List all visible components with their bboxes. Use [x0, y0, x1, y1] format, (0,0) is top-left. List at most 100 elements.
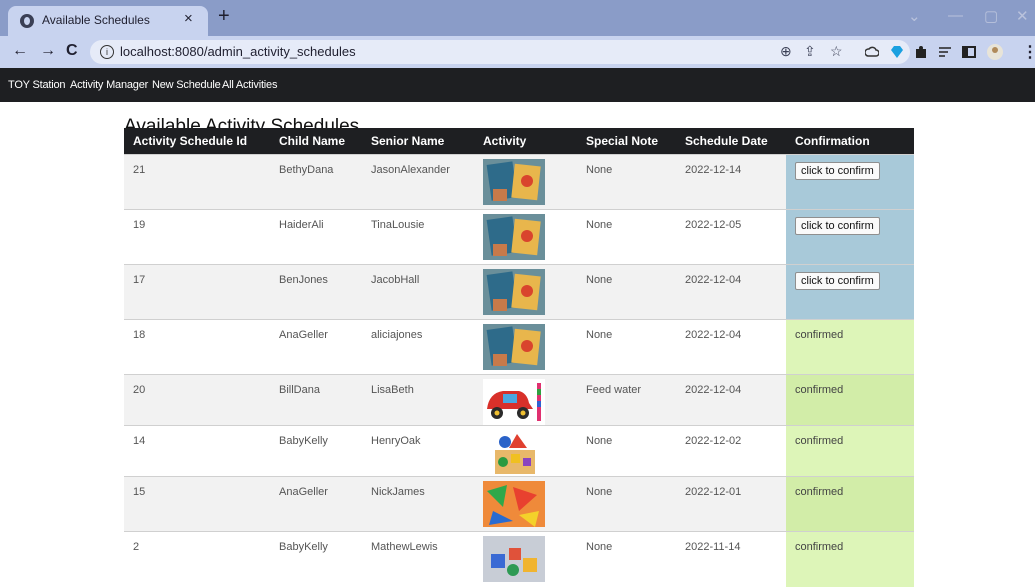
window-close-button[interactable]: ✕ — [1016, 7, 1029, 25]
cloud-extension-icon[interactable] — [865, 45, 879, 59]
schedule-id-cell: 19 — [124, 209, 270, 265]
url-text[interactable]: localhost:8080/admin_activity_schedules — [120, 44, 356, 59]
table-row: 15 AnaGeller NickJames None 2022-12-01 confir… — [124, 476, 914, 532]
schedule-id-cell: 17 — [124, 264, 270, 320]
table-row: 17 BenJones JacobHall None 2022-12-04 click t… — [124, 264, 914, 320]
book-toy-image — [483, 214, 577, 260]
schedule-date-cell: 2022-12-01 — [676, 476, 786, 532]
child-name-cell: BillDana — [270, 374, 362, 426]
schedule-date-cell: 2022-12-02 — [676, 425, 786, 477]
reload-button[interactable]: C — [66, 42, 78, 60]
zoom-icon[interactable]: ⊕ — [780, 43, 792, 60]
browser-tab[interactable]: Available Schedules × — [8, 6, 208, 36]
confirm-button[interactable]: click to confirm — [795, 162, 880, 180]
confirmation-cell: confirmed — [786, 425, 914, 477]
activity-cell — [474, 209, 577, 265]
table-row: 2 BabyKelly MathewLewis None 2022-11-14 confi… — [124, 531, 914, 587]
maximize-button[interactable]: ▢ — [984, 7, 998, 25]
confirm-button[interactable]: click to confirm — [795, 217, 880, 235]
child-name-cell: HaiderAli — [270, 209, 362, 265]
special-note-cell: None — [577, 209, 676, 265]
nav-link-activity-manager[interactable]: Activity Manager — [70, 79, 148, 91]
menu-kebab-icon[interactable]: ⋮ — [1022, 42, 1035, 62]
nav-link-all-activities[interactable]: All Activities — [222, 79, 277, 91]
table-row: 18 AnaGeller aliciajones None 2022-12-04 conf… — [124, 319, 914, 375]
schedule-id-cell: 21 — [124, 154, 270, 210]
confirm-button[interactable]: click to confirm — [795, 272, 880, 290]
senior-name-cell: HenryOak — [362, 425, 474, 477]
confirmation-cell: confirmed — [786, 476, 914, 532]
globe-icon — [20, 14, 34, 28]
special-note-cell: None — [577, 531, 676, 587]
special-note-cell: None — [577, 425, 676, 477]
column-header: Special Note — [577, 128, 676, 155]
table-row: 21 BethyDana JasonAlexander None 2022-12-14 c… — [124, 154, 914, 210]
new-tab-button[interactable]: + — [218, 5, 230, 28]
senior-name-cell: NickJames — [362, 476, 474, 532]
paper-shapes-image — [483, 481, 577, 527]
senior-name-cell: MathewLewis — [362, 531, 474, 587]
special-note-cell: None — [577, 319, 676, 375]
forward-button[interactable]: → — [40, 42, 56, 60]
column-header: Schedule Date — [676, 128, 786, 155]
info-icon[interactable]: i — [100, 45, 114, 59]
reading-list-icon[interactable] — [938, 45, 952, 59]
schedule-date-cell: 2022-12-05 — [676, 209, 786, 265]
schedule-date-cell: 2022-12-14 — [676, 154, 786, 210]
schedule-id-cell: 20 — [124, 374, 270, 426]
puzzle-extension-icon[interactable] — [914, 45, 928, 59]
tab-title: Available Schedules — [42, 13, 150, 27]
toy-car-image — [483, 379, 577, 425]
column-header: Activity — [474, 128, 577, 155]
book-toy-image — [483, 269, 577, 315]
schedule-id-cell: 14 — [124, 425, 270, 477]
column-header: Child Name — [270, 128, 362, 155]
table-row: 14 BabyKelly HenryOak None 2022-12-02 confirm… — [124, 425, 914, 477]
child-name-cell: BenJones — [270, 264, 362, 320]
column-header: Confirmation — [786, 128, 914, 155]
schedules-table: Activity Schedule Id Child Name Senior N… — [124, 128, 914, 587]
bookmark-star-icon[interactable]: ☆ — [830, 43, 843, 60]
special-note-cell: Feed water — [577, 374, 676, 426]
nav-link-new-schedule[interactable]: New Schedule — [152, 79, 221, 91]
schedule-id-cell: 18 — [124, 319, 270, 375]
child-name-cell: BabyKelly — [270, 425, 362, 477]
schedule-id-cell: 15 — [124, 476, 270, 532]
chevron-down-icon[interactable]: ⌄ — [908, 7, 921, 25]
column-header: Activity Schedule Id — [124, 128, 270, 155]
activity-cell — [474, 425, 577, 477]
column-header: Senior Name — [362, 128, 474, 155]
senior-name-cell: LisaBeth — [362, 374, 474, 426]
schedule-date-cell: 2022-12-04 — [676, 264, 786, 320]
confirmation-cell: click to confirm — [786, 154, 914, 210]
book-toy-image — [483, 324, 577, 370]
senior-name-cell: JacobHall — [362, 264, 474, 320]
activity-cell — [474, 264, 577, 320]
confirmation-cell: confirmed — [786, 531, 914, 587]
child-name-cell: BethyDana — [270, 154, 362, 210]
schedule-date-cell: 2022-12-04 — [676, 319, 786, 375]
shape-sorter-image — [483, 430, 577, 476]
tab-close-icon[interactable]: × — [184, 10, 193, 27]
table-row: 20 BillDana LisaBeth Feed water 2022-12-04 co… — [124, 374, 914, 426]
senior-name-cell: JasonAlexander — [362, 154, 474, 210]
special-note-cell: None — [577, 154, 676, 210]
nav-link-toy-station[interactable]: TOY Station — [8, 79, 66, 91]
activity-cell — [474, 531, 577, 587]
confirmation-cell: click to confirm — [786, 209, 914, 265]
book-toy-image — [483, 159, 577, 205]
back-button[interactable]: ← — [12, 42, 28, 60]
minimize-button[interactable]: — — [948, 7, 963, 24]
confirmation-cell: click to confirm — [786, 264, 914, 320]
sidebar-icon[interactable] — [962, 45, 976, 59]
profile-avatar-icon[interactable] — [986, 43, 1004, 61]
browser-tab-strip: Available Schedules × + ⌄ — ▢ ✕ — [0, 0, 1035, 36]
special-note-cell: None — [577, 264, 676, 320]
schedule-id-cell: 2 — [124, 531, 270, 587]
address-bar[interactable]: i localhost:8080/admin_activity_schedule… — [90, 40, 910, 64]
address-toolbar: ← → C i localhost:8080/admin_activity_sc… — [0, 36, 1035, 68]
share-icon[interactable]: ⇪ — [804, 43, 816, 60]
activity-cell — [474, 374, 577, 426]
table-header-row: Activity Schedule Id Child Name Senior N… — [124, 128, 914, 155]
heart-extension-icon[interactable] — [890, 45, 904, 59]
